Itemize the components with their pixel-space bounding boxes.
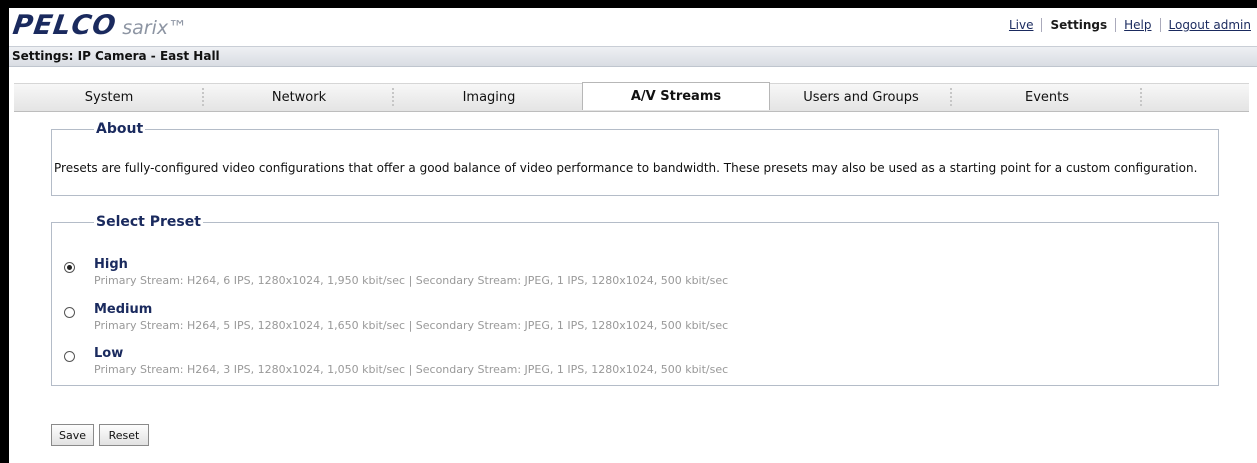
help-link[interactable]: Help [1124, 18, 1151, 32]
logo-mark: PELCO [10, 10, 119, 41]
preset-description: Primary Stream: H264, 6 IPS, 1280x1024, … [94, 274, 729, 287]
reset-button[interactable]: Reset [99, 424, 149, 446]
page-title: Settings: IP Camera - East Hall [12, 49, 220, 63]
tab-users-and-groups[interactable]: Users and Groups [770, 84, 952, 111]
divider [1159, 18, 1161, 32]
tab-label: Imaging [462, 90, 516, 105]
header: PELCO sarix™ Live Settings Help Logout a… [9, 8, 1257, 46]
product-name: sarix™ [122, 17, 188, 39]
tab-label: Events [1024, 90, 1069, 105]
preset-name: Low [94, 346, 124, 361]
settings-link[interactable]: Settings [1050, 18, 1107, 32]
tab-label: Network [271, 90, 327, 105]
pelco-logo: PELCO sarix™ [10, 10, 188, 41]
tab-events[interactable]: Events [952, 84, 1142, 111]
preset-radio-low[interactable] [64, 351, 75, 362]
live-link[interactable]: Live [1009, 18, 1034, 32]
about-text: Presets are fully-configured video confi… [54, 161, 1198, 175]
tab-label: System [84, 90, 134, 105]
preset-name: Medium [94, 302, 153, 317]
preset-description: Primary Stream: H264, 3 IPS, 1280x1024, … [94, 363, 729, 376]
page-title-bar: Settings: IP Camera - East Hall [9, 46, 1257, 67]
tab-separator [1140, 88, 1142, 106]
select-preset-section: Select Preset High Primary Stream: H264,… [51, 214, 1219, 386]
settings-tabs: System Network Imaging A/V Streams Users… [9, 82, 1257, 112]
tab-system[interactable]: System [14, 84, 204, 111]
tab-network[interactable]: Network [204, 84, 394, 111]
select-preset-legend: Select Preset [94, 214, 203, 230]
tab-imaging[interactable]: Imaging [394, 84, 584, 111]
preset-radio-medium[interactable] [64, 307, 75, 318]
about-section: About Presets are fully-configured video… [51, 121, 1219, 196]
divider [1041, 18, 1043, 32]
logout-link[interactable]: Logout admin [1169, 18, 1252, 32]
divider [1115, 18, 1117, 32]
about-legend: About [94, 121, 146, 137]
app-window: PELCO sarix™ Live Settings Help Logout a… [9, 8, 1257, 463]
save-button[interactable]: Save [51, 424, 94, 446]
tab-av-streams[interactable]: A/V Streams [582, 82, 770, 110]
preset-description: Primary Stream: H264, 5 IPS, 1280x1024, … [94, 319, 729, 332]
preset-name: High [94, 257, 128, 272]
top-nav: Live Settings Help Logout admin [1009, 18, 1251, 32]
tab-label: Users and Groups [803, 90, 919, 105]
tab-label: A/V Streams [630, 89, 722, 104]
preset-radio-high[interactable] [64, 262, 75, 273]
